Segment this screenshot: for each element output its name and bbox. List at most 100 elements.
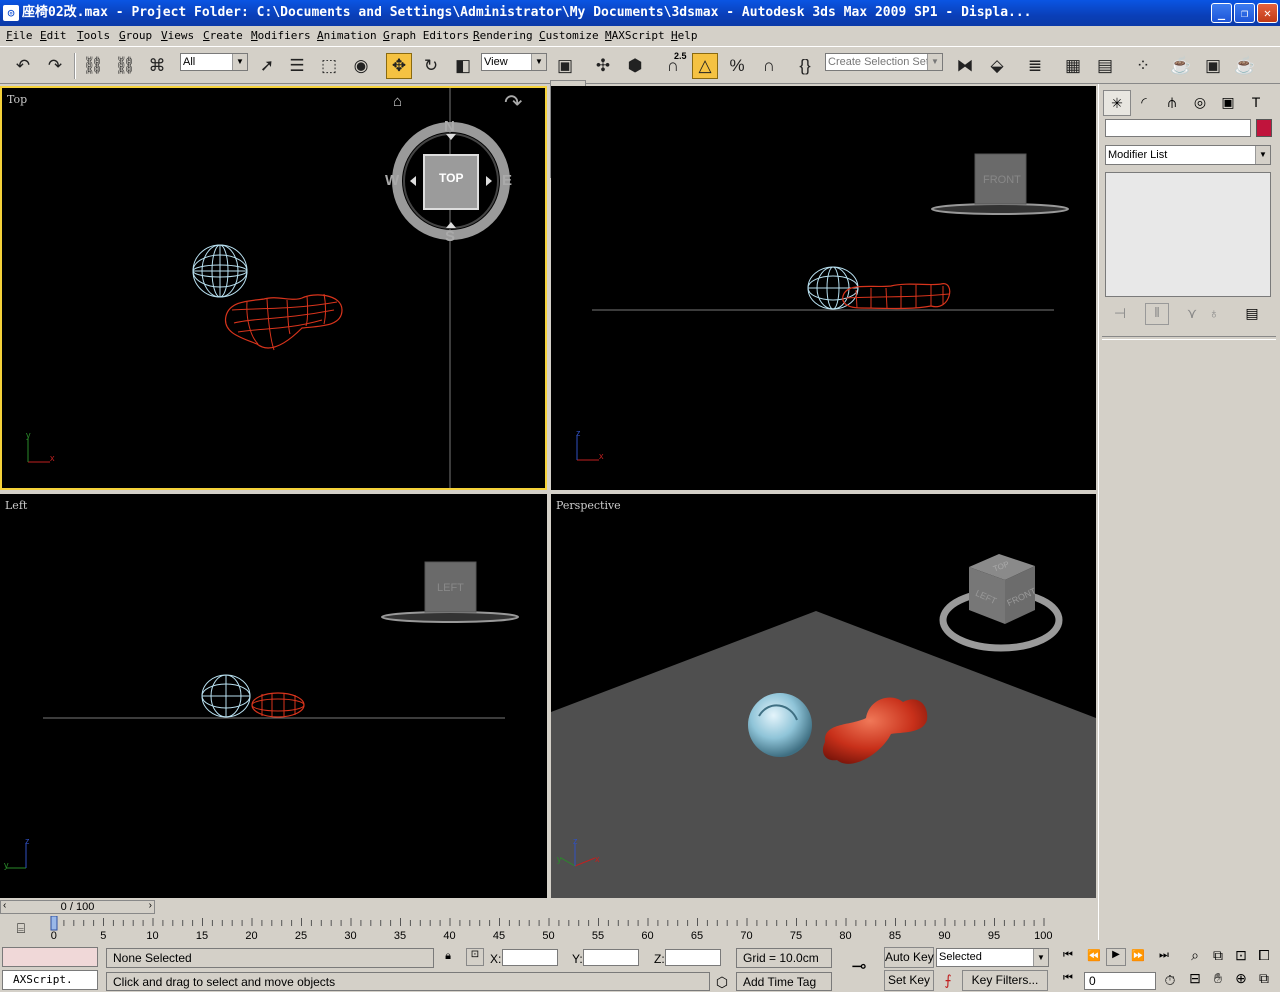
remove-modifier-icon[interactable]: ♁ xyxy=(1203,305,1225,321)
named-selection-set-dropdown[interactable]: Create Selection Set ▼ xyxy=(825,53,943,71)
arc-rotate-icon[interactable]: ⊕ xyxy=(1231,970,1251,987)
go-to-start-icon[interactable]: ⏮ xyxy=(1058,949,1078,962)
angle-snap-icon[interactable]: △ xyxy=(692,53,718,79)
quick-render-icon[interactable]: ☕ xyxy=(1232,53,1258,79)
keyboard-shortcut-override-icon[interactable]: ⬢ xyxy=(622,53,648,79)
maximize-viewport-icon[interactable]: ⧉ xyxy=(1254,970,1274,987)
sphere-wireframe[interactable] xyxy=(201,674,251,718)
edit-named-selection-icon[interactable]: {} xyxy=(792,53,818,79)
maxscript-listener-pink[interactable] xyxy=(2,947,98,967)
zoom-icon[interactable]: ⌕ xyxy=(1185,947,1205,964)
play-icon[interactable]: ▶ xyxy=(1106,948,1126,966)
select-by-name-icon[interactable]: ☰ xyxy=(284,53,310,79)
object-color-swatch[interactable] xyxy=(1256,119,1272,137)
viewport-label-left[interactable]: Left xyxy=(5,499,27,512)
time-configuration-icon[interactable]: ⏱ xyxy=(1160,972,1180,989)
menu-tools[interactable]: Tools xyxy=(77,26,110,46)
maxscript-mini-listener[interactable]: AXScript. xyxy=(2,970,98,990)
maximize-button[interactable]: ❐ xyxy=(1234,3,1255,23)
pivot-center-icon[interactable]: ▣ xyxy=(552,53,578,79)
absolute-mode-transform-icon[interactable]: ⊡ xyxy=(466,948,484,966)
mini-curve-editor-icon[interactable]: ⌸ xyxy=(10,920,32,937)
select-and-link-icon[interactable]: ⛓ xyxy=(80,53,106,79)
menu-create[interactable]: Create xyxy=(203,26,243,46)
sphere-shaded[interactable] xyxy=(748,693,812,757)
viewport-perspective[interactable]: Perspective TOP LEFT FRONT x y z xyxy=(551,494,1096,898)
create-tab-icon[interactable]: ✳ xyxy=(1103,90,1131,116)
configure-modifier-sets-icon[interactable]: ▤ xyxy=(1241,305,1263,322)
next-frame-icon[interactable]: ⏩ xyxy=(1128,949,1148,962)
motion-tab-icon[interactable]: ◎ xyxy=(1187,90,1213,114)
menu-modifiers[interactable]: Modifiers xyxy=(251,26,311,46)
layer-manager-icon[interactable]: ≣ xyxy=(1022,53,1048,79)
auto-key-button[interactable]: Auto Key xyxy=(884,947,934,968)
viewcube-face-top[interactable]: TOP xyxy=(439,171,463,185)
set-key-mode-icon[interactable]: ⊸ xyxy=(845,956,873,977)
y-coord-field[interactable] xyxy=(583,949,639,966)
current-time-marker[interactable] xyxy=(50,916,58,931)
z-coord-field[interactable] xyxy=(665,949,721,966)
ground-plane[interactable] xyxy=(551,611,1096,898)
menu-help[interactable]: Help xyxy=(671,26,698,46)
zoom-all-icon[interactable]: ⧉ xyxy=(1208,947,1228,964)
modify-tab-icon[interactable]: ◜ xyxy=(1131,90,1157,114)
blob-wireframe[interactable] xyxy=(842,283,951,310)
title-bar[interactable]: ◎ 座椅02改.max - Project Folder: C:\Documen… xyxy=(0,0,1280,26)
key-filters-button[interactable]: Key Filters... xyxy=(962,970,1048,991)
viewport-top[interactable]: Top TOP N S E W ⌂ ↷ x y xyxy=(0,86,547,490)
time-slider[interactable]: ‹ 0 / 100 › xyxy=(0,900,155,914)
lock-selection-icon[interactable]: 🔒︎ xyxy=(440,950,456,963)
menu-file[interactable]: File xyxy=(6,26,33,46)
hierarchy-tab-icon[interactable]: ⫛ xyxy=(1159,90,1185,114)
rectangular-selection-icon[interactable]: ⬚ xyxy=(316,53,342,79)
menu-views[interactable]: Views xyxy=(161,26,194,46)
viewport-label-perspective[interactable]: Perspective xyxy=(556,499,621,512)
mirror-icon[interactable]: ⧓ xyxy=(952,53,978,79)
add-time-tag-button[interactable]: Add Time Tag xyxy=(736,972,832,991)
select-and-scale-icon[interactable]: ◧ xyxy=(450,53,476,79)
modifier-list-dropdown[interactable]: Modifier List ▼ xyxy=(1105,145,1271,165)
viewcube-face-front[interactable]: FRONT xyxy=(983,174,1021,186)
select-and-manipulate-icon[interactable]: ✣ xyxy=(590,53,616,79)
time-tag-icon[interactable]: ⬡ xyxy=(712,974,732,991)
x-coord-field[interactable] xyxy=(502,949,558,966)
viewport-front[interactable]: FRONT x z xyxy=(551,86,1096,490)
close-button[interactable]: ✕ xyxy=(1257,3,1278,23)
set-key-button[interactable]: Set Key xyxy=(884,970,934,991)
redo-icon[interactable]: ↷ xyxy=(42,53,68,79)
viewcube-face-left[interactable]: LEFT xyxy=(437,582,464,594)
blob-wireframe[interactable] xyxy=(224,293,343,351)
key-mode-toggle-icon[interactable]: ⏮ xyxy=(1058,972,1078,985)
viewport-left[interactable]: Left LEFT y z xyxy=(0,494,547,898)
previous-frame-icon[interactable]: ⏪ xyxy=(1084,949,1104,962)
curve-editor-icon[interactable]: ▦ xyxy=(1060,53,1086,79)
menu-graph-editors[interactable]: Graph Editors xyxy=(383,26,469,46)
menu-customize[interactable]: Customize xyxy=(539,26,599,46)
render-setup-icon[interactable]: ☕ xyxy=(1168,53,1194,79)
menu-animation[interactable]: Animation xyxy=(317,26,377,46)
menu-group[interactable]: Group xyxy=(119,26,152,46)
zoom-extents-all-icon[interactable]: ⧠ xyxy=(1254,947,1274,964)
menu-rendering[interactable]: Rendering xyxy=(473,26,533,46)
unlink-icon[interactable]: ⛓ xyxy=(112,53,138,79)
home-icon[interactable]: ⌂ xyxy=(393,93,402,110)
menu-edit[interactable]: Edit xyxy=(40,26,67,46)
app-icon[interactable]: ◎ xyxy=(3,5,19,21)
zoom-extents-icon[interactable]: ⊡ xyxy=(1231,947,1251,964)
current-frame-field[interactable]: 0 xyxy=(1084,972,1156,990)
percent-snap-icon[interactable]: % xyxy=(724,53,750,79)
select-and-move-icon[interactable]: ✥ xyxy=(386,53,412,79)
field-of-view-icon[interactable]: ⊟ xyxy=(1185,970,1205,987)
rotate-view-icon[interactable]: ↷ xyxy=(504,90,522,116)
utilities-tab-icon[interactable]: T xyxy=(1243,90,1269,114)
window-crossing-icon[interactable]: ◉ xyxy=(348,53,374,79)
go-to-end-icon[interactable]: ⏭ xyxy=(1154,949,1174,962)
viewport-label-top[interactable]: Top xyxy=(7,93,27,106)
pan-view-icon[interactable]: ✋︎ xyxy=(1208,970,1228,987)
modifier-stack-list[interactable] xyxy=(1105,172,1271,297)
material-editor-icon[interactable]: ⁘ xyxy=(1130,53,1156,79)
pin-stack-icon[interactable]: ⊣ xyxy=(1109,305,1131,322)
bind-space-warp-icon[interactable]: ⌘ xyxy=(144,53,170,79)
blob-wireframe[interactable] xyxy=(251,692,305,718)
menu-maxscript[interactable]: MAXScript xyxy=(605,26,665,46)
